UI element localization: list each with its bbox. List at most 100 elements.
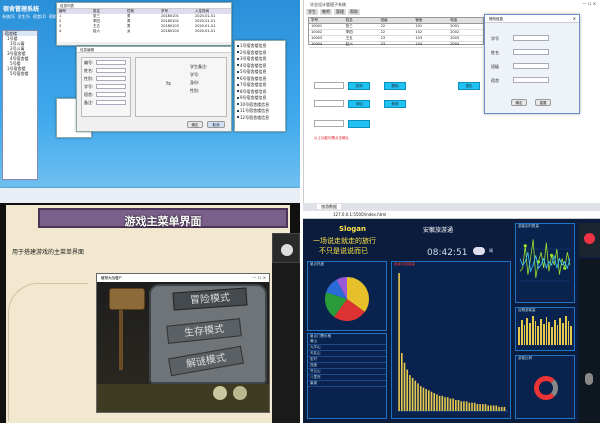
- extra-button[interactable]: [348, 120, 370, 128]
- menu-student[interactable]: 学生(S): [18, 14, 31, 20]
- list-item[interactable]: 9号宿舍楼信息: [237, 95, 283, 100]
- bar[interactable]: [503, 406, 506, 411]
- bar[interactable]: [463, 401, 465, 411]
- bar[interactable]: [479, 404, 481, 411]
- bar[interactable]: [428, 390, 430, 411]
- bar[interactable]: [406, 369, 409, 411]
- bar[interactable]: [500, 406, 503, 411]
- query-button[interactable]: 查询: [348, 82, 370, 90]
- menu-dorm[interactable]: 宿舍(D): [33, 14, 46, 20]
- extra-input[interactable]: [314, 120, 344, 127]
- bar[interactable]: [401, 353, 403, 411]
- column-header[interactable]: 电话: [448, 18, 483, 23]
- list-item[interactable]: 7号宿舍楼信息: [237, 82, 283, 87]
- add-button[interactable]: 添加: [348, 100, 370, 108]
- mic-icon[interactable]: [585, 373, 593, 385]
- dialog-cancel-button[interactable]: 取消: [207, 121, 225, 128]
- bar[interactable]: [471, 402, 473, 411]
- form-input[interactable]: [96, 60, 126, 65]
- menu-system[interactable]: 系统(S): [2, 14, 15, 20]
- form-input[interactable]: [96, 100, 126, 105]
- bar[interactable]: [495, 405, 498, 411]
- list-item[interactable]: 3号宿舍楼信息: [237, 56, 283, 61]
- transfer-arrows-icon[interactable]: ⇆: [166, 80, 171, 87]
- bar[interactable]: [417, 383, 419, 411]
- bar[interactable]: [492, 405, 495, 411]
- list-item[interactable]: 4号宿舍楼信息: [237, 63, 283, 68]
- list-item[interactable]: 12号宿舍楼信息: [237, 115, 283, 120]
- bar[interactable]: [452, 398, 454, 411]
- tree-item[interactable]: 5号宿舍楼: [3, 71, 37, 76]
- bar[interactable]: [398, 273, 400, 411]
- form-input[interactable]: [513, 49, 549, 55]
- bar[interactable]: [441, 395, 444, 411]
- bar[interactable]: [436, 394, 438, 411]
- bar[interactable]: [430, 391, 433, 411]
- add-input[interactable]: [314, 100, 344, 107]
- bar[interactable]: [403, 362, 406, 411]
- menu-admin[interactable]: 管理: [334, 9, 346, 15]
- data-point[interactable]: [523, 244, 527, 248]
- bar[interactable]: [411, 377, 414, 411]
- list-item[interactable]: 8号宿舍楼信息: [237, 89, 283, 94]
- bar[interactable]: [409, 375, 411, 411]
- bar[interactable]: [455, 399, 457, 411]
- bar[interactable]: [498, 406, 500, 411]
- bar[interactable]: [444, 397, 446, 411]
- form-input[interactable]: [96, 68, 126, 73]
- list-item[interactable]: 6号宿舍楼信息: [237, 76, 283, 81]
- column-header[interactable]: 学号: [309, 18, 344, 23]
- form-input[interactable]: [513, 35, 549, 41]
- form-input[interactable]: [513, 77, 549, 83]
- list-item[interactable]: 11号宿舍楼信息: [237, 108, 283, 113]
- bar[interactable]: [419, 386, 422, 411]
- menu-student[interactable]: 学生: [306, 9, 318, 15]
- dialog-ok-button[interactable]: 确定: [187, 121, 203, 128]
- list-item[interactable]: 2号宿舍楼信息: [237, 50, 283, 55]
- bar[interactable]: [484, 404, 487, 411]
- form-input[interactable]: [96, 76, 126, 81]
- bar[interactable]: [422, 387, 425, 411]
- list-item[interactable]: 1号宿舍楼信息: [237, 43, 283, 48]
- bar[interactable]: [446, 397, 449, 411]
- bar[interactable]: [457, 399, 460, 411]
- mini-bar: [564, 316, 567, 345]
- column-header[interactable]: 班级: [379, 18, 414, 23]
- menu-teacher[interactable]: 教师: [320, 9, 332, 15]
- bar[interactable]: [449, 398, 452, 411]
- bar[interactable]: [490, 405, 492, 411]
- list-item[interactable]: 10号宿舍楼信息: [237, 102, 283, 107]
- browser-tab[interactable]: 旅游数据: [317, 204, 341, 209]
- query-input[interactable]: [314, 82, 344, 89]
- column-header[interactable]: 宿舍: [413, 18, 448, 23]
- column-header[interactable]: 姓名: [344, 18, 379, 23]
- bar[interactable]: [476, 404, 479, 411]
- form-input[interactable]: [96, 92, 126, 97]
- bar[interactable]: [414, 380, 417, 411]
- dialog-close-icon[interactable]: ✕: [573, 16, 576, 21]
- list-item[interactable]: 5号宿舍楼信息: [237, 69, 283, 74]
- bar[interactable]: [473, 402, 476, 411]
- exit-button[interactable]: 退出: [458, 82, 480, 90]
- menu-help[interactable]: 帮助: [348, 9, 360, 15]
- bar[interactable]: [465, 401, 468, 411]
- url-text[interactable]: 127.0.0.1:5500/index.html: [333, 212, 386, 217]
- table-row[interactable]: 巢湖: [308, 381, 386, 387]
- form-input[interactable]: [513, 63, 549, 69]
- data-point[interactable]: [549, 253, 554, 257]
- table-row[interactable]: 10004 赵六 23 104 2004: [309, 42, 483, 48]
- modify-button[interactable]: 修改: [384, 100, 406, 108]
- bar[interactable]: [487, 405, 490, 411]
- bar[interactable]: [438, 395, 441, 411]
- data-point[interactable]: [563, 266, 567, 270]
- bar[interactable]: [425, 388, 427, 411]
- bar[interactable]: [433, 393, 436, 411]
- bar[interactable]: [460, 401, 463, 411]
- delete-button[interactable]: 删除: [384, 82, 406, 90]
- bar[interactable]: [482, 404, 484, 411]
- dialog-reset-button[interactable]: 重置: [535, 99, 551, 106]
- form-input[interactable]: [96, 84, 126, 89]
- bar[interactable]: [468, 402, 471, 411]
- table-row[interactable]: 4 赵六 女 20180104 2020-01-01: [59, 29, 231, 34]
- dialog-ok-button[interactable]: 确定: [511, 99, 527, 106]
